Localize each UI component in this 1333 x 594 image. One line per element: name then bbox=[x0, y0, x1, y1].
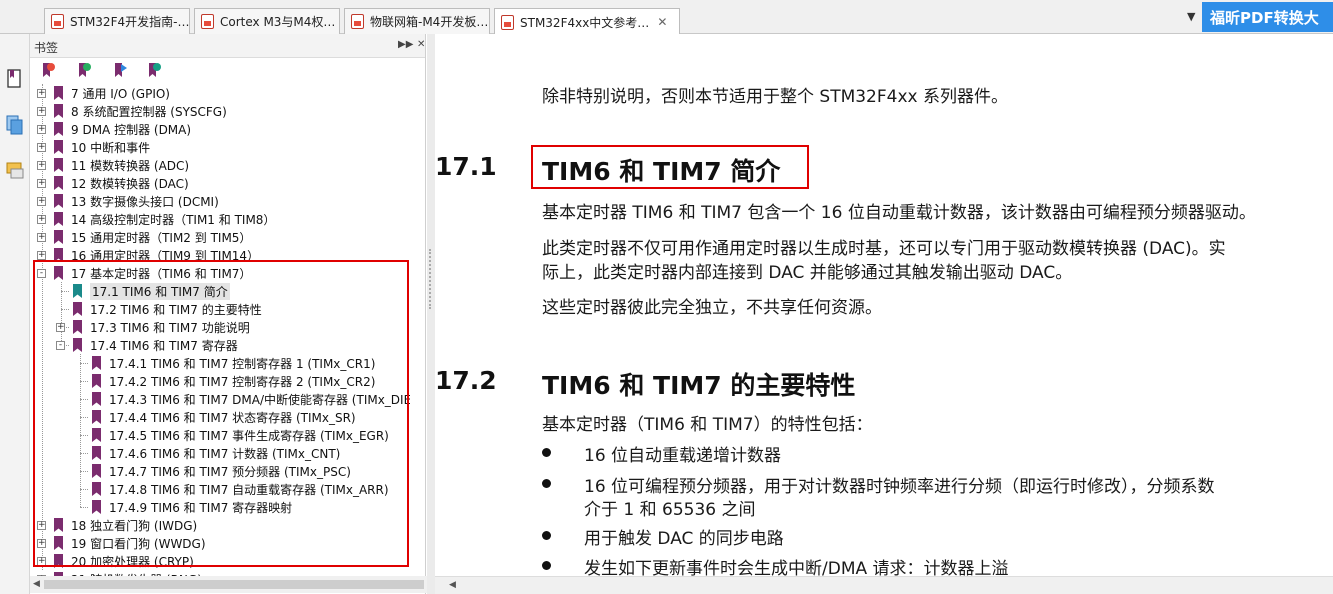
close-tab-icon[interactable]: ✕ bbox=[657, 15, 667, 29]
bookmark-item[interactable]: +14 高级控制定时器（TIM1 和 TIM8） bbox=[37, 210, 275, 228]
bookmarks-horizontal-scrollbar[interactable]: ◀ ▶ bbox=[30, 576, 439, 593]
tab-label: STM32F4xx中文参考… bbox=[520, 15, 650, 30]
bookmark-icon bbox=[54, 86, 63, 100]
document-horizontal-scrollbar[interactable]: ◀ bbox=[435, 576, 1333, 594]
side-icon-strip bbox=[0, 34, 30, 594]
document-tab[interactable]: 物联网箱-M4开发板… bbox=[344, 8, 490, 34]
bookmark-item[interactable]: +15 通用定时器（TIM2 到 TIM5） bbox=[37, 228, 251, 246]
expand-icon[interactable]: + bbox=[37, 106, 46, 116]
bullet-icon bbox=[542, 561, 551, 570]
add-bookmark-icon[interactable] bbox=[76, 62, 92, 78]
document-tab-bar: STM32F4开发指南-… Cortex M3与M4权… 物联网箱-M4开发板… ST… bbox=[0, 0, 1333, 35]
bullet-text: 16 位自动重载递增计数器 bbox=[584, 446, 782, 466]
pages-thumbnail-icon[interactable] bbox=[5, 114, 25, 136]
bookmarks-panel-icon[interactable] bbox=[5, 68, 25, 90]
bullet-text: 介于 1 和 65536 之间 bbox=[584, 500, 756, 520]
expand-icon[interactable]: + bbox=[37, 142, 46, 152]
bullet-icon bbox=[542, 531, 551, 540]
bookmarks-panel-header: 书签 ▶▶ ✕ bbox=[30, 34, 425, 58]
highlight-annotation-box bbox=[531, 145, 809, 189]
expand-icon[interactable]: + bbox=[37, 250, 46, 260]
pdf-file-icon bbox=[351, 14, 364, 29]
bullet-text: 16 位可编程预分频器，用于对计数器时钟频率进行分频（即运行时修改），分频系数 bbox=[584, 477, 1215, 497]
bookmark-icon bbox=[54, 158, 63, 172]
expand-bookmark-icon[interactable] bbox=[146, 62, 162, 78]
bookmark-item[interactable]: +9 DMA 控制器 (DMA) bbox=[37, 120, 191, 138]
intro-paragraph: 除非特别说明，否则本节适用于整个 STM32F4xx 系列器件。 bbox=[542, 87, 1008, 107]
splitter-grip[interactable] bbox=[429, 249, 433, 309]
tab-label: Cortex M3与M4权… bbox=[220, 15, 336, 29]
bookmark-item[interactable]: +11 模数转换器 (ADC) bbox=[37, 156, 189, 174]
bookmark-icon bbox=[54, 230, 63, 244]
bookmark-label: 12 数模转换器 (DAC) bbox=[71, 176, 189, 191]
pdf-file-icon bbox=[501, 14, 514, 30]
pdf-file-icon bbox=[51, 14, 64, 29]
collapse-panel-icon[interactable]: ▶▶ bbox=[398, 39, 413, 50]
bookmark-label: 10 中断和事件 bbox=[71, 140, 151, 155]
bookmark-item[interactable]: +10 中断和事件 bbox=[37, 138, 150, 156]
bookmark-item[interactable]: +8 系统配置控制器 (SYSCFG) bbox=[37, 102, 227, 120]
bookmark-icon bbox=[54, 194, 63, 208]
bookmark-tree: +7 通用 I/O (GPIO) +8 系统配置控制器 (SYSCFG) +9 DM… bbox=[30, 84, 410, 576]
bookmark-properties-icon[interactable] bbox=[112, 62, 128, 78]
bookmark-label: 8 系统配置控制器 (SYSCFG) bbox=[71, 104, 227, 119]
expand-icon[interactable]: + bbox=[37, 88, 46, 98]
bullet-text: 发生如下更新事件时会生成中断/DMA 请求：计数器上溢 bbox=[584, 559, 1009, 576]
bookmark-label: 11 模数转换器 (ADC) bbox=[71, 158, 190, 173]
bookmark-item[interactable]: +13 数字摄像头接口 (DCMI) bbox=[37, 192, 219, 210]
paragraph: 此类定时器不仅可用作通用定时器以生成时基，还可以专门用于驱动数模转换器 (DAC… bbox=[542, 239, 1226, 259]
expand-icon[interactable]: + bbox=[37, 214, 46, 224]
expand-icon[interactable]: + bbox=[37, 160, 46, 170]
bookmark-label: 14 高级控制定时器（TIM1 和 TIM8） bbox=[71, 212, 276, 227]
close-panel-icon[interactable]: ✕ bbox=[417, 39, 425, 50]
paragraph: 际上，此类定时器内部连接到 DAC 并能够通过其触发输出驱动 DAC。 bbox=[542, 263, 1073, 283]
comments-panel-icon[interactable] bbox=[5, 160, 25, 182]
bullet-icon bbox=[542, 479, 551, 488]
panel-splitter[interactable] bbox=[427, 34, 435, 594]
paragraph: 这些定时器彼此完全独立，不共享任何资源。 bbox=[542, 298, 882, 318]
bookmarks-panel-title: 书签 bbox=[34, 41, 59, 55]
bookmark-icon bbox=[54, 104, 63, 118]
tab-list-dropdown-icon[interactable]: ▼ bbox=[1187, 10, 1195, 23]
expand-icon[interactable]: + bbox=[37, 124, 46, 134]
bullet-icon bbox=[542, 448, 551, 457]
bookmark-icon bbox=[54, 176, 63, 190]
bookmark-item[interactable]: +12 数模转换器 (DAC) bbox=[37, 174, 189, 192]
bullet-text: 用于触发 DAC 的同步电路 bbox=[584, 529, 784, 549]
section-number: 17.2 bbox=[435, 366, 497, 395]
bookmark-label: 15 通用定时器（TIM2 到 TIM5） bbox=[71, 230, 252, 245]
document-tab[interactable]: Cortex M3与M4权… bbox=[194, 8, 340, 34]
document-tab[interactable]: STM32F4xx中文参考… ✕ bbox=[494, 8, 680, 35]
expand-icon[interactable]: + bbox=[37, 178, 46, 188]
paragraph: 基本定时器 TIM6 和 TIM7 包含一个 16 位自动重载计数器，该计数器由… bbox=[542, 203, 1256, 223]
scroll-left-icon[interactable]: ◀ bbox=[449, 580, 456, 590]
tab-label: STM32F4开发指南-… bbox=[70, 15, 190, 29]
bookmark-icon bbox=[54, 212, 63, 226]
bookmark-label: 9 DMA 控制器 (DMA) bbox=[71, 122, 192, 137]
section-number: 17.1 bbox=[435, 152, 497, 181]
paragraph: 基本定时器（TIM6 和 TIM7）的特性包括： bbox=[542, 415, 873, 435]
bookmark-label: 7 通用 I/O (GPIO) bbox=[71, 86, 170, 101]
pdf-convert-promo-button[interactable]: 福昕PDF转换大 bbox=[1202, 2, 1333, 32]
bookmark-item[interactable]: +7 通用 I/O (GPIO) bbox=[37, 84, 170, 102]
document-tab[interactable]: STM32F4开发指南-… bbox=[44, 8, 190, 34]
bookmark-icon bbox=[54, 122, 63, 136]
section-heading: TIM6 和 TIM7 的主要特性 bbox=[542, 371, 856, 400]
pdf-file-icon bbox=[201, 14, 214, 29]
document-view: 除非特别说明，否则本节适用于整个 STM32F4xx 系列器件。 17.1 TI… bbox=[435, 34, 1333, 576]
bookmarks-panel: 书签 ▶▶ ✕ +7 通用 I/O (GPIO) +8 系统配置控制器 (SYSC… bbox=[30, 34, 456, 594]
scroll-left-icon[interactable]: ◀ bbox=[33, 579, 40, 589]
bookmark-label: 13 数字摄像头接口 (DCMI) bbox=[71, 194, 219, 209]
tab-label: 物联网箱-M4开发板… bbox=[370, 15, 489, 29]
expand-icon[interactable]: + bbox=[37, 232, 46, 242]
expand-icon[interactable]: + bbox=[37, 196, 46, 206]
highlight-annotation-box bbox=[33, 260, 409, 567]
scrollbar-thumb[interactable] bbox=[44, 580, 424, 589]
bookmarks-toolbar bbox=[30, 58, 425, 84]
bookmark-icon bbox=[54, 140, 63, 154]
delete-bookmark-icon[interactable] bbox=[40, 62, 56, 78]
